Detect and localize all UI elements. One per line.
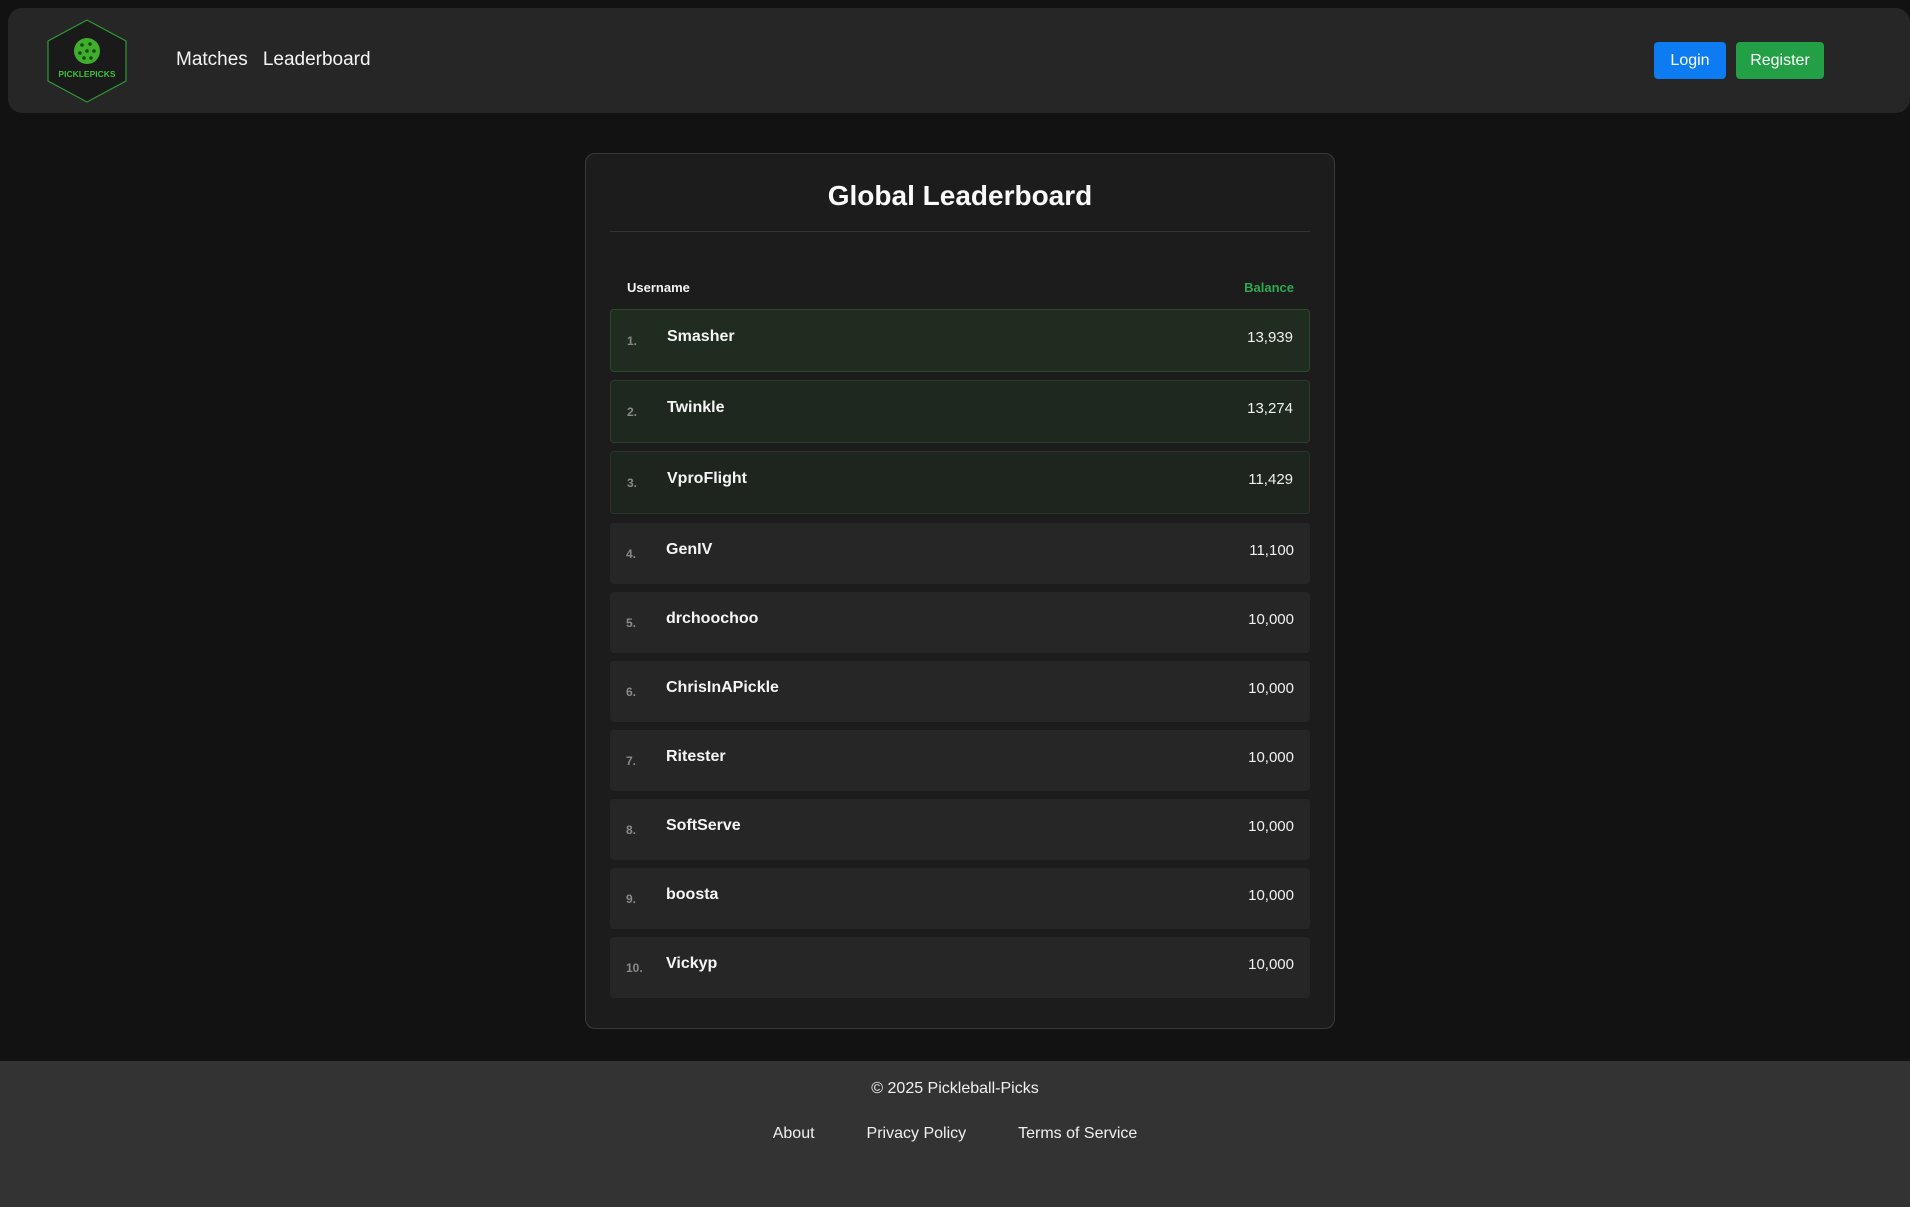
page-title: Global Leaderboard (827, 180, 1093, 211)
leaderboard-row: 10. Vickyp 10,000 (610, 937, 1310, 998)
rank-number: 3. (627, 476, 638, 490)
balance-value: 11,429 (1248, 471, 1293, 488)
rank-number: 7. (626, 754, 637, 768)
username: boosta (666, 886, 719, 903)
balance-value: 10,000 (1248, 956, 1294, 973)
leaderboard-row: 1. Smasher 13,939 (610, 309, 1310, 372)
balance-value: 10,000 (1248, 680, 1294, 697)
auth-actions: Login Register (1654, 42, 1824, 79)
navbar: PICKLEPICKS Matches Leaderboard Login Re… (8, 8, 1910, 113)
leaderboard-row: 7. Ritester 10,000 (610, 730, 1310, 791)
username: Vickyp (666, 955, 718, 972)
rank-number: 6. (626, 685, 637, 699)
username: Twinkle (667, 399, 725, 416)
leaderboard-row: 6. ChrisInAPickle 10,000 (610, 661, 1310, 722)
register-button[interactable]: Register (1736, 42, 1824, 79)
balance-value: 10,000 (1248, 611, 1294, 628)
username: VproFlight (667, 470, 747, 487)
username: Ritester (666, 748, 726, 765)
nav-link-matches[interactable]: Matches (176, 47, 248, 73)
leaderboard-row: 5. drchoochoo 10,000 (610, 592, 1310, 653)
picklepicks-logo[interactable]: PICKLEPICKS (46, 19, 128, 103)
balance-value: 10,000 (1248, 749, 1294, 766)
leaderboard-card: Global Leaderboard Username Balance 1. S… (585, 153, 1335, 1029)
rank-number: 9. (626, 892, 637, 906)
pickleball-logo-icon: PICKLEPICKS (47, 19, 127, 103)
rank-number: 5. (626, 616, 637, 630)
username: ChrisInAPickle (666, 679, 779, 696)
leaderboard-row: 2. Twinkle 13,274 (610, 380, 1310, 443)
footer-link-terms-of-service[interactable]: Terms of Service (1018, 1125, 1137, 1143)
login-button[interactable]: Login (1654, 42, 1726, 79)
footer: © 2025 Pickleball-Picks About Privacy Po… (0, 1061, 1910, 1207)
column-header-username: Username (627, 280, 690, 295)
username: Smasher (667, 328, 735, 345)
copyright-text: © 2025 Pickleball-Picks (871, 1080, 1039, 1097)
column-header-balance: Balance (1244, 280, 1294, 295)
username: SoftServe (666, 817, 741, 834)
footer-links: About Privacy Policy Terms of Service (0, 1125, 1910, 1143)
rank-number: 8. (626, 823, 637, 837)
rank-number: 4. (626, 547, 637, 561)
leaderboard-row: 3. VproFlight 11,429 (610, 451, 1310, 514)
balance-value: 13,274 (1247, 400, 1293, 417)
nav-link-leaderboard[interactable]: Leaderboard (263, 47, 371, 73)
leaderboard-list: 1. Smasher 13,939 2. Twinkle 13,274 3. V… (610, 309, 1310, 1006)
username: drchoochoo (666, 610, 759, 627)
username: GenIV (666, 541, 713, 558)
leaderboard-row: 4. GenIV 11,100 (610, 523, 1310, 584)
footer-link-privacy-policy[interactable]: Privacy Policy (867, 1125, 967, 1143)
balance-value: 13,939 (1247, 329, 1293, 346)
balance-value: 10,000 (1248, 818, 1294, 835)
rank-number: 10. (626, 961, 643, 975)
leaderboard-row: 9. boosta 10,000 (610, 868, 1310, 929)
balance-value: 10,000 (1248, 887, 1294, 904)
logo-text: PICKLEPICKS (58, 69, 115, 79)
rank-number: 2. (627, 405, 638, 419)
footer-link-about[interactable]: About (773, 1125, 815, 1143)
title-divider (610, 231, 1310, 232)
main-nav: Matches Leaderboard (176, 47, 371, 73)
leaderboard-row: 8. SoftServe 10,000 (610, 799, 1310, 860)
balance-value: 11,100 (1249, 542, 1294, 559)
rank-number: 1. (627, 334, 638, 348)
